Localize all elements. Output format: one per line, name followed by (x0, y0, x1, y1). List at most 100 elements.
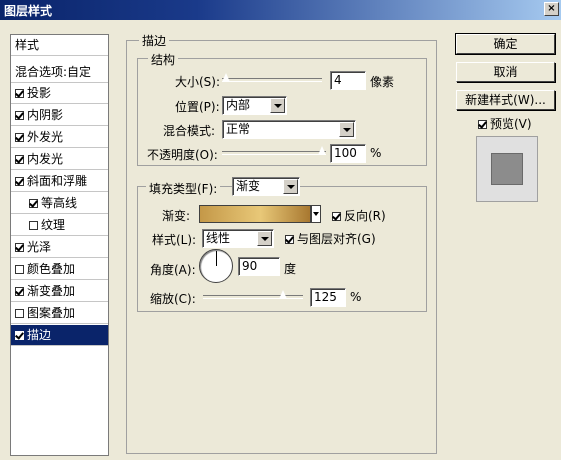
style-item-label: 描边 (27, 328, 52, 342)
chevron-down-icon[interactable] (257, 231, 272, 246)
style-item-label: 内发光 (27, 152, 64, 166)
scale-slider-thumb[interactable] (279, 290, 288, 299)
style-item-label: 斜面和浮雕 (27, 174, 88, 188)
opacity-unit: % (370, 146, 382, 160)
style-list-header: 样式 (11, 35, 108, 56)
chevron-down-icon[interactable] (339, 122, 354, 137)
style-item[interactable]: 投影 (11, 83, 108, 104)
style-item-label: 外发光 (27, 130, 64, 144)
preview-label: 预览(V) (490, 117, 532, 131)
scale-unit: % (350, 290, 362, 304)
scale-slider-track (203, 295, 303, 299)
gradient-dropdown-icon[interactable] (311, 205, 321, 223)
style-item[interactable]: 内阴影 (11, 105, 108, 126)
title-bar (0, 0, 561, 20)
checkbox-icon[interactable] (285, 235, 294, 244)
style-item-label: 内阴影 (27, 108, 64, 122)
style-item[interactable]: 颜色叠加 (11, 259, 108, 280)
angle-unit: 度 (284, 262, 297, 276)
style-item[interactable]: 等高线 (11, 193, 108, 214)
opacity-slider[interactable] (222, 145, 326, 159)
checkbox-icon[interactable] (29, 221, 38, 230)
style-item-label: 投影 (27, 86, 52, 100)
position-label: 位置(P): (175, 100, 220, 114)
chevron-down-icon[interactable] (270, 98, 285, 113)
close-button[interactable]: × (544, 2, 559, 16)
size-slider-track (222, 78, 322, 82)
style-item-label: 纹理 (41, 218, 66, 232)
style-item-label: 颜色叠加 (27, 262, 76, 276)
position-select-value: 内部 (226, 98, 251, 112)
cancel-button[interactable]: 取消 (456, 62, 555, 82)
style-item[interactable]: 纹理 (11, 215, 108, 236)
gradient-label: 渐变: (162, 209, 191, 223)
structure-group-title: 结构 (148, 51, 179, 68)
angle-dial[interactable] (199, 249, 233, 283)
checkbox-icon[interactable] (15, 133, 24, 142)
reverse-checkbox[interactable]: 反向(R) (332, 207, 386, 224)
style-preview (476, 136, 538, 202)
scale-input[interactable]: 125 (310, 288, 346, 307)
new-style-button[interactable]: 新建样式(W)... (456, 90, 555, 110)
preview-thumbnail (491, 153, 523, 185)
style-item[interactable]: 斜面和浮雕 (11, 171, 108, 192)
checkbox-icon[interactable] (15, 177, 24, 186)
gradient-style-select[interactable]: 线性 (202, 229, 274, 248)
fill-type-select-value: 渐变 (236, 179, 261, 193)
style-item-label: 渐变叠加 (27, 284, 76, 298)
style-item[interactable]: 外发光 (11, 127, 108, 148)
angle-input[interactable]: 90 (238, 257, 280, 276)
style-item[interactable]: 内发光 (11, 149, 108, 170)
style-item-label: 光泽 (27, 240, 52, 254)
align-layer-checkbox[interactable]: 与图层对齐(G) (285, 230, 376, 247)
checkbox-icon[interactable] (478, 120, 487, 129)
opacity-slider-track (222, 151, 326, 155)
blend-mode-label: 混合模式: (163, 124, 216, 138)
size-unit: 像素 (370, 75, 395, 89)
window-title: 图层样式 (4, 4, 53, 18)
checkbox-icon[interactable] (15, 331, 24, 340)
blend-mode-select-value: 正常 (226, 122, 251, 136)
blend-options-item[interactable]: 混合选项:自定 (11, 62, 108, 83)
style-item[interactable]: 光泽 (11, 237, 108, 258)
size-input[interactable]: 4 (330, 71, 366, 90)
checkbox-icon[interactable] (15, 155, 24, 164)
style-item[interactable]: 图案叠加 (11, 303, 108, 324)
preview-checkbox[interactable]: 预览(V) (478, 115, 532, 132)
angle-label: 角度(A): (150, 263, 196, 277)
style-item[interactable]: 描边 (11, 325, 108, 346)
style-item-label: 图案叠加 (27, 306, 76, 320)
opacity-label: 不透明度(O): (147, 148, 218, 162)
checkbox-icon[interactable] (15, 309, 24, 318)
checkbox-icon[interactable] (15, 243, 24, 252)
ok-button[interactable]: 确定 (455, 33, 556, 55)
chevron-down-icon[interactable] (283, 179, 298, 194)
style-item-label: 等高线 (41, 196, 78, 210)
gradient-swatch[interactable] (199, 205, 311, 223)
angle-needle-icon (216, 251, 217, 266)
style-item[interactable]: 渐变叠加 (11, 281, 108, 302)
checkbox-icon[interactable] (15, 111, 24, 120)
opacity-slider-thumb[interactable] (318, 146, 326, 155)
size-label: 大小(S): (175, 75, 221, 89)
fill-type-select[interactable]: 渐变 (232, 177, 300, 196)
align-layer-label: 与图层对齐(G) (297, 232, 376, 246)
fill-type-label: 填充类型(F): (146, 180, 221, 197)
style-label: 样式(L): (152, 233, 197, 247)
checkbox-icon[interactable] (15, 265, 24, 274)
gradient-style-value: 线性 (206, 231, 231, 245)
size-slider[interactable] (222, 72, 322, 86)
scale-slider[interactable] (203, 289, 303, 303)
opacity-input[interactable]: 100 (330, 144, 366, 163)
blend-mode-select[interactable]: 正常 (222, 120, 356, 139)
reverse-label: 反向(R) (344, 209, 386, 223)
position-select[interactable]: 内部 (222, 96, 287, 115)
checkbox-icon[interactable] (15, 89, 24, 98)
style-list: 样式 混合选项:自定 投影内阴影外发光内发光斜面和浮雕等高线纹理光泽颜色叠加渐变… (10, 34, 109, 456)
checkbox-icon[interactable] (15, 287, 24, 296)
checkbox-icon[interactable] (29, 199, 38, 208)
stroke-group-title: 描边 (139, 32, 170, 49)
scale-label: 缩放(C): (150, 292, 196, 306)
checkbox-icon[interactable] (332, 212, 341, 221)
size-slider-thumb[interactable] (222, 73, 230, 82)
